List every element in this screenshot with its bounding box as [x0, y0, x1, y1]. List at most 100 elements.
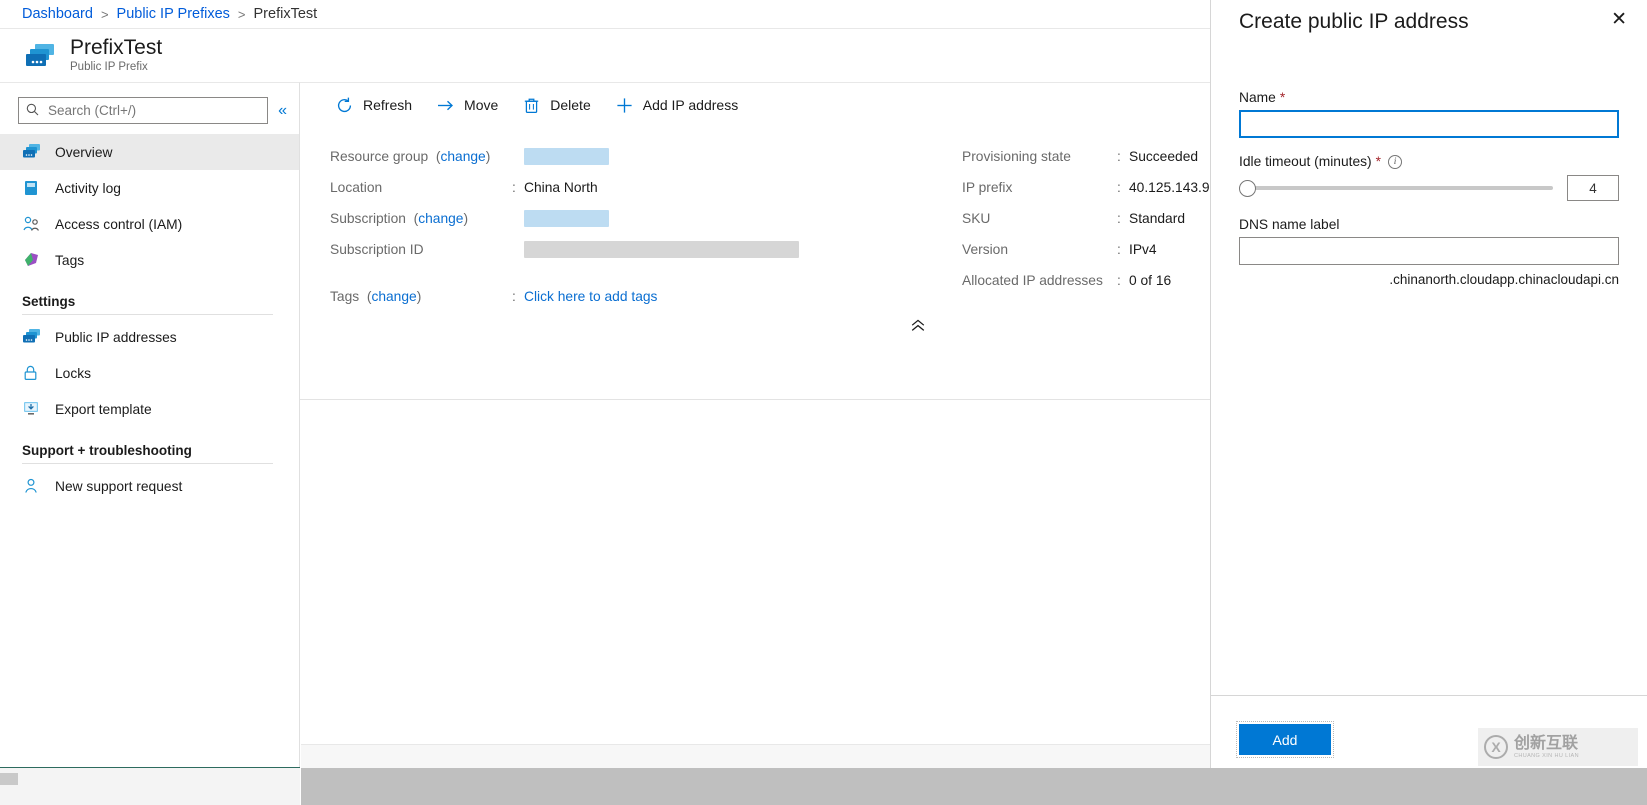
idle-timeout-value-input[interactable]: 4	[1567, 175, 1619, 201]
collapse-properties-chevron-up-icon[interactable]	[910, 319, 926, 336]
property-value: 0 of 16	[1129, 273, 1171, 288]
watermark-chinese: 创新互联	[1514, 735, 1579, 752]
sidebar-item-public-ip-addresses[interactable]: Public IP addresses	[0, 319, 299, 355]
property-subscription-id: Subscription ID	[330, 234, 870, 265]
property-colon: :	[512, 289, 524, 304]
property-label: IP prefix	[962, 180, 1117, 195]
plus-icon	[615, 96, 634, 115]
access-control-icon	[22, 215, 42, 233]
property-label: Tags (change)	[330, 289, 512, 304]
search-input[interactable]	[46, 102, 260, 119]
redacted-value	[524, 210, 609, 227]
redacted-value	[524, 241, 799, 258]
dns-name-input[interactable]	[1239, 237, 1619, 265]
command-toolbar: Refresh Move	[300, 83, 1210, 127]
arrow-right-icon	[436, 96, 455, 115]
sidebar-item-new-support-request[interactable]: New support request	[0, 468, 299, 504]
horizontal-scrollbar[interactable]	[301, 768, 1647, 805]
sidebar-item-access-control[interactable]: Access control (IAM)	[0, 206, 299, 242]
blade-title: Create public IP address	[1239, 8, 1469, 36]
property-label: Location	[330, 180, 512, 195]
breadcrumb-separator: >	[238, 7, 246, 22]
sidebar-search-row: «	[0, 83, 299, 134]
watermark-text: 创新互联 CHUANG XIN HU LIAN	[1514, 735, 1579, 760]
sidebar-item-locks[interactable]: Locks	[0, 355, 299, 391]
create-public-ip-address-blade: Create public IP address ✕ Name * Idle t…	[1210, 0, 1647, 805]
support-person-icon	[22, 477, 42, 495]
name-input[interactable]	[1239, 110, 1619, 138]
change-tags-link[interactable]: change	[371, 289, 416, 304]
watermark-logo-icon: X	[1484, 735, 1508, 759]
sidebar-item-label: Access control (IAM)	[55, 217, 182, 232]
sidebar-collapse-button[interactable]: «	[278, 103, 287, 119]
delete-button[interactable]: Delete	[513, 90, 599, 120]
change-subscription-link[interactable]: change	[418, 211, 463, 226]
blade-body: Name * Idle timeout (minutes) * i 4	[1211, 36, 1647, 287]
breadcrumb-separator: >	[101, 7, 109, 22]
sidebar-group-support: Support + troubleshooting	[0, 427, 299, 463]
refresh-icon	[335, 96, 354, 115]
idle-timeout-slider[interactable]	[1239, 176, 1553, 200]
watermark: X 创新互联 CHUANG XIN HU LIAN	[1478, 728, 1638, 766]
name-field-block: Name *	[1239, 90, 1619, 138]
breadcrumb-item-dashboard[interactable]: Dashboard	[22, 6, 93, 22]
change-resource-group-link[interactable]: change	[440, 149, 485, 164]
property-colon: :	[1117, 273, 1129, 288]
sidebar: « Overview Act	[0, 82, 300, 767]
properties-grid: Resource group (change) Location : China…	[300, 141, 1210, 301]
property-label: Version	[962, 242, 1117, 257]
public-ip-prefix-icon	[24, 41, 58, 71]
property-colon: :	[1117, 149, 1129, 164]
close-icon[interactable]: ✕	[1607, 8, 1631, 32]
page-title: PrefixTest	[70, 36, 162, 59]
sidebar-item-label: Activity log	[55, 181, 121, 196]
property-value: China North	[524, 180, 598, 195]
add-ip-address-button[interactable]: Add IP address	[606, 90, 747, 120]
property-colon: :	[512, 180, 524, 195]
search-box[interactable]	[18, 97, 268, 124]
property-colon: :	[1117, 211, 1129, 226]
breadcrumb-item-public-ip-prefixes[interactable]: Public IP Prefixes	[117, 6, 230, 22]
properties-divider	[300, 399, 1210, 400]
sidebar-item-label: Tags	[55, 253, 84, 268]
property-tags: Tags (change) : Click here to add tags	[330, 289, 657, 304]
sidebar-item-export-template[interactable]: Export template	[0, 391, 299, 427]
command-label: Add IP address	[643, 97, 738, 113]
blade-header: Create public IP address ✕	[1211, 0, 1647, 36]
add-tags-link[interactable]: Click here to add tags	[524, 289, 657, 304]
sidebar-item-label: Public IP addresses	[55, 330, 177, 345]
sidebar-group-divider	[22, 463, 273, 464]
tags-icon	[22, 251, 42, 269]
public-ip-prefix-icon	[22, 143, 42, 161]
sidebar-item-activity-log[interactable]: Activity log	[0, 170, 299, 206]
command-label: Move	[464, 97, 498, 113]
slider-thumb[interactable]	[1239, 180, 1256, 197]
idle-timeout-slider-row: 4	[1239, 175, 1619, 201]
sidebar-scrollbar-thumb[interactable]	[0, 773, 18, 785]
required-marker: *	[1376, 154, 1381, 169]
dns-suffix-label: .chinanorth.cloudapp.chinacloudapi.cn	[1239, 272, 1619, 287]
idle-timeout-field-block: Idle timeout (minutes) * i 4	[1239, 154, 1619, 201]
move-button[interactable]: Move	[427, 90, 507, 120]
name-field-label: Name *	[1239, 90, 1619, 105]
property-colon: :	[1117, 180, 1129, 195]
sidebar-item-overview[interactable]: Overview	[0, 134, 299, 170]
property-value: IPv4	[1129, 242, 1157, 257]
property-subscription: Subscription (change)	[330, 203, 870, 234]
public-ip-prefix-icon	[22, 328, 42, 346]
property-label: SKU	[962, 211, 1117, 226]
add-button[interactable]: Add	[1239, 724, 1331, 755]
slider-track	[1239, 186, 1553, 190]
dns-name-label-field-block: DNS name label .chinanorth.cloudapp.chin…	[1239, 217, 1619, 287]
info-icon[interactable]: i	[1388, 155, 1402, 169]
sidebar-item-tags[interactable]: Tags	[0, 242, 299, 278]
export-template-icon	[22, 400, 42, 418]
property-label: Provisioning state	[962, 149, 1117, 164]
property-label: Allocated IP addresses	[962, 273, 1117, 288]
dns-name-label: DNS name label	[1239, 217, 1619, 232]
refresh-button[interactable]: Refresh	[326, 90, 421, 120]
properties-left-column: Resource group (change) Location : China…	[330, 141, 870, 265]
sidebar-item-label: New support request	[55, 479, 182, 494]
breadcrumb: Dashboard > Public IP Prefixes > PrefixT…	[0, 0, 1210, 28]
trash-icon	[522, 96, 541, 115]
